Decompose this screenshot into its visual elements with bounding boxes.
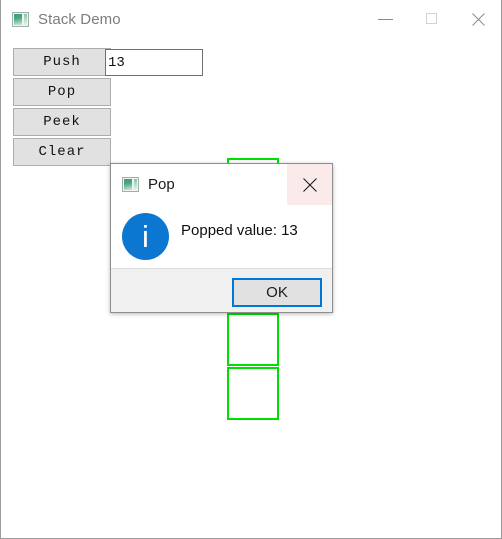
dialog-title: Pop: [148, 176, 175, 193]
push-button[interactable]: Push: [13, 48, 111, 76]
clear-button[interactable]: Clear: [13, 138, 111, 166]
pop-button[interactable]: Pop: [13, 78, 111, 106]
dialog-close-icon[interactable]: [287, 164, 332, 205]
dialog-titlebar[interactable]: Pop: [111, 164, 332, 205]
stack-cell: [227, 313, 279, 366]
app-window-icon: [12, 11, 29, 27]
window-titlebar[interactable]: Stack Demo: [1, 0, 501, 39]
dialog-body: i Popped value: 13: [111, 205, 332, 269]
stack-cell: [227, 367, 279, 420]
window-title: Stack Demo: [38, 10, 121, 28]
info-icon-glyph: i: [142, 219, 149, 254]
value-input[interactable]: [105, 49, 203, 76]
window-caption-buttons: [363, 0, 501, 38]
peek-button[interactable]: Peek: [13, 108, 111, 136]
close-icon[interactable]: [455, 0, 501, 38]
dialog-message: Popped value: 13: [181, 222, 298, 239]
info-icon: i: [122, 213, 169, 260]
dialog-footer: OK: [111, 269, 332, 312]
minimize-icon[interactable]: [363, 0, 409, 38]
maximize-icon[interactable]: [409, 0, 455, 38]
ok-button[interactable]: OK: [232, 278, 322, 307]
dialog-window-icon: [122, 177, 139, 192]
pop-dialog: Pop i Popped value: 13 OK: [110, 163, 333, 313]
